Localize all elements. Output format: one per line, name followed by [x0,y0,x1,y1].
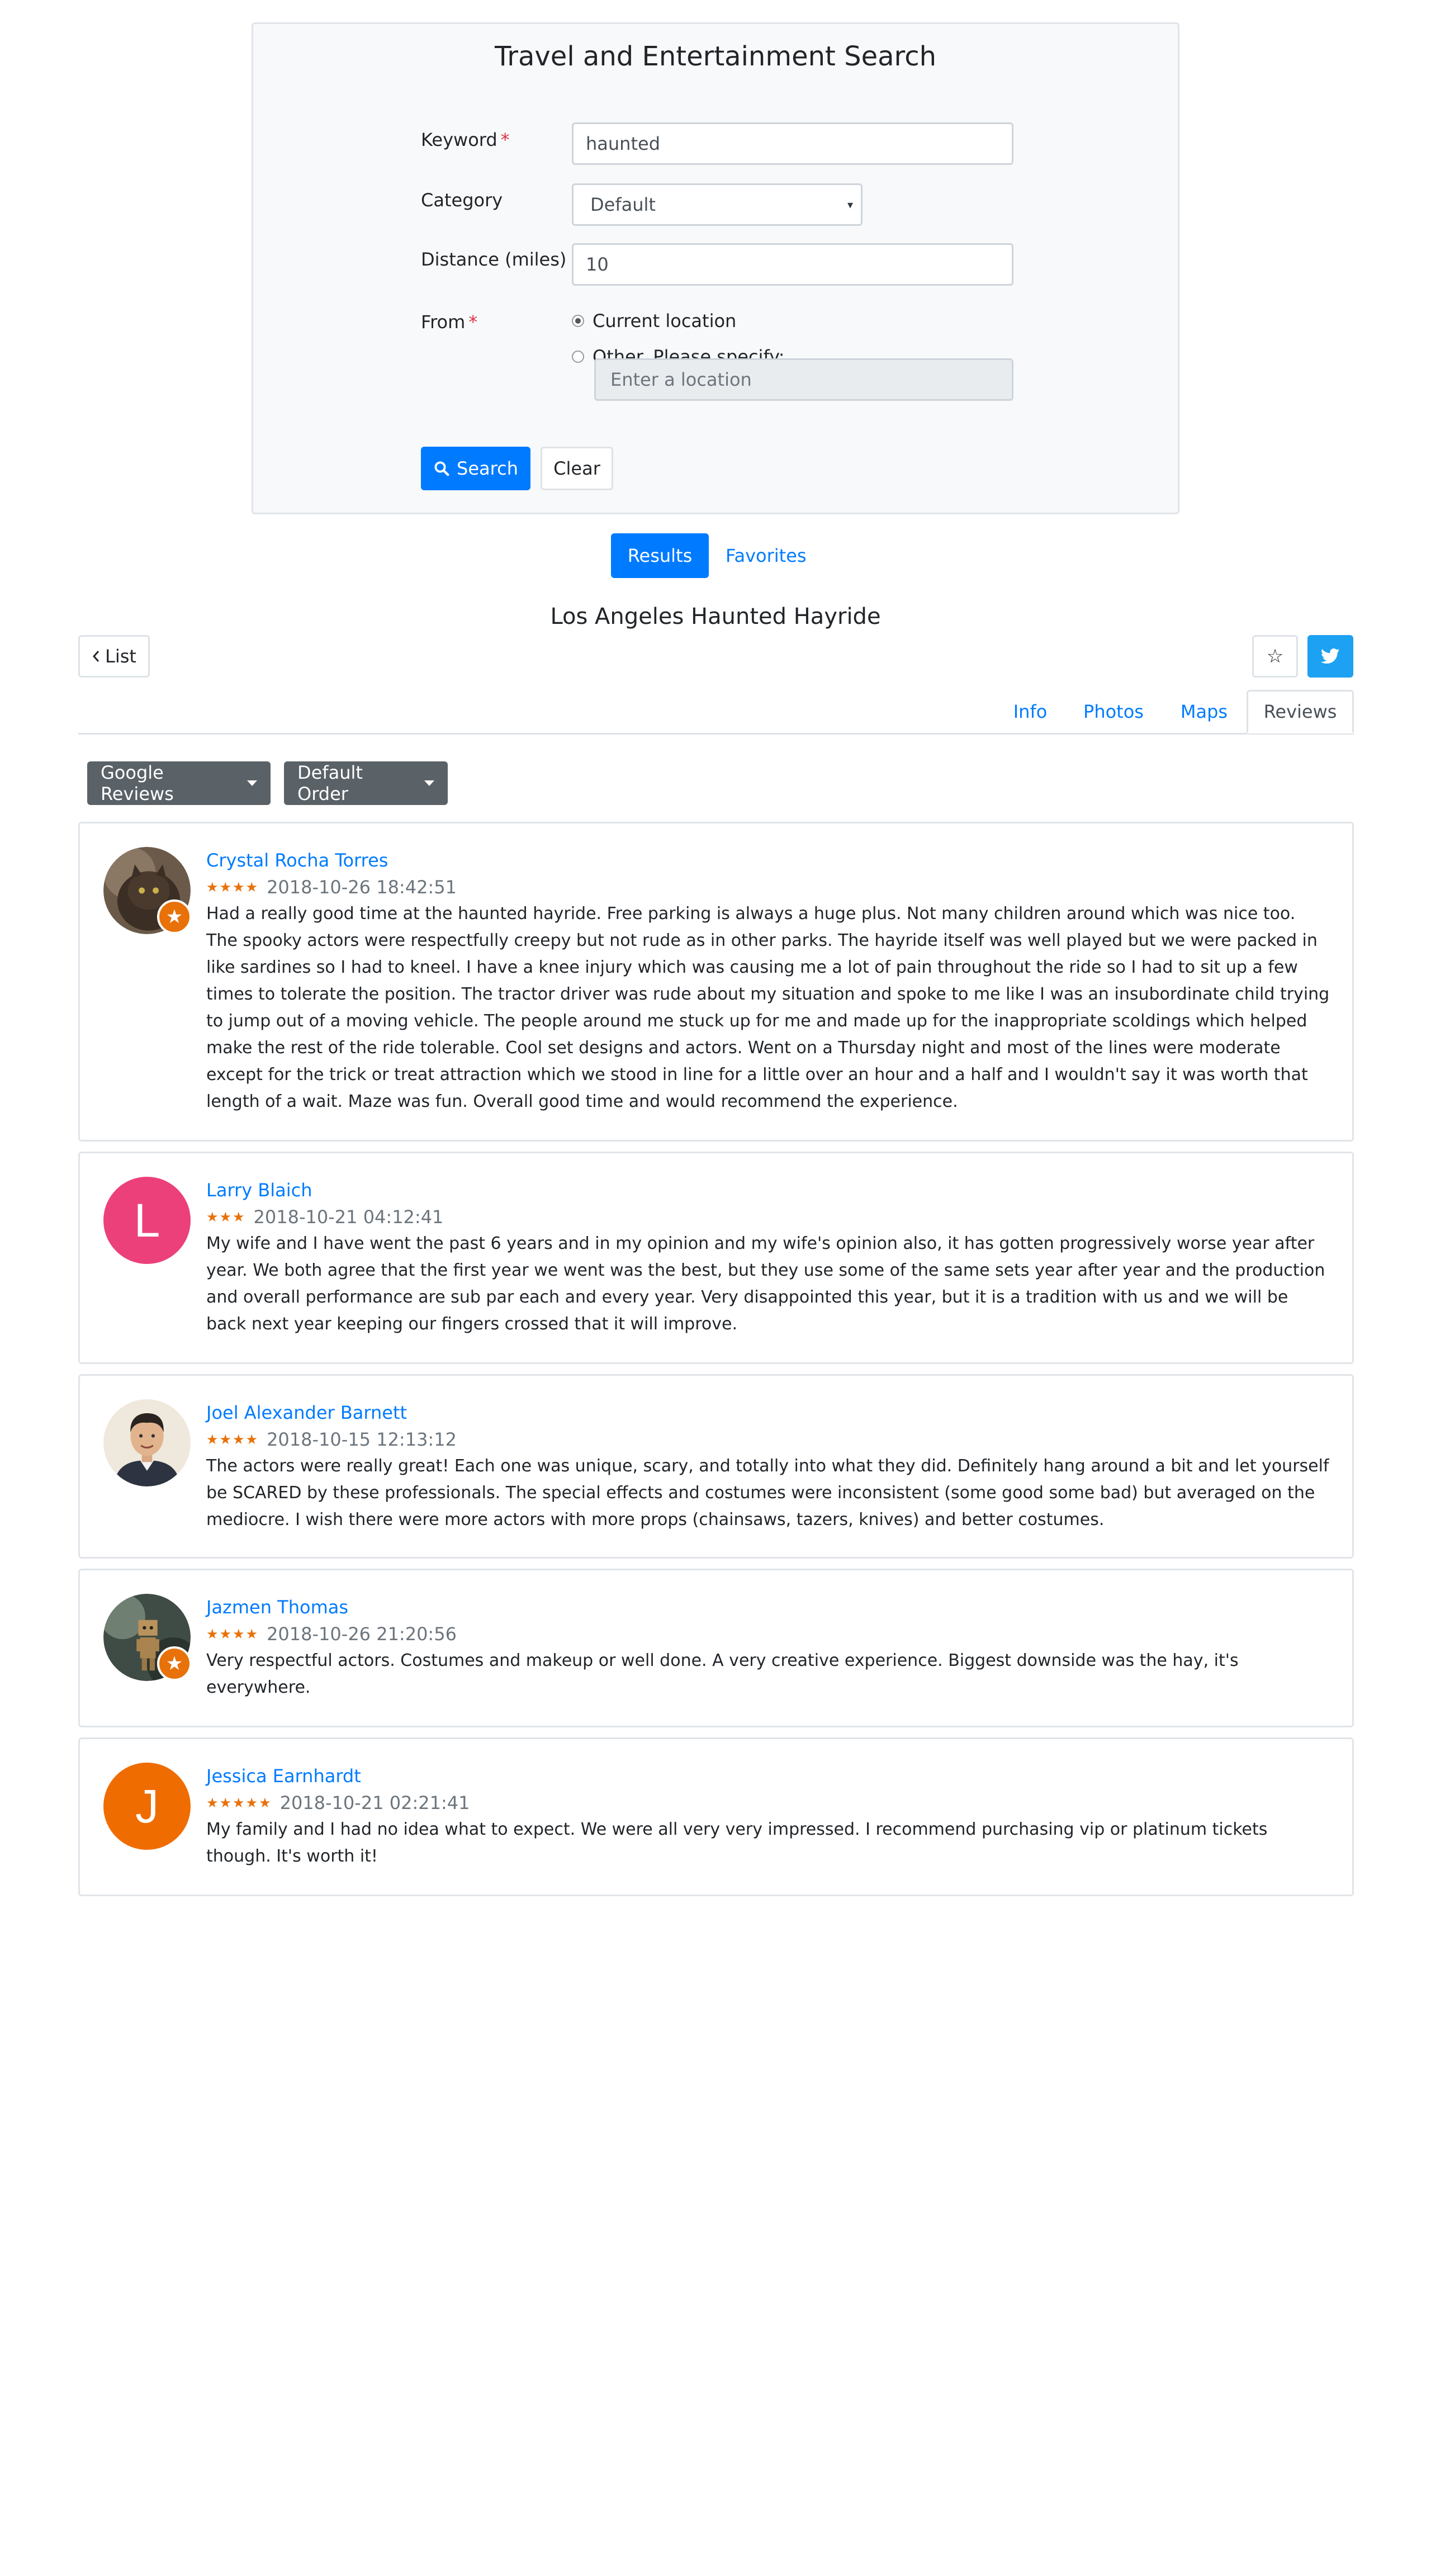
search-button-label: Search [457,458,518,479]
reviewer-avatar[interactable]: L [103,1177,191,1264]
twitter-icon [1321,648,1340,664]
chevron-left-icon [93,651,99,662]
review-author[interactable]: Crystal Rocha Torres [206,847,1330,874]
distance-input[interactable]: 10 [572,243,1013,286]
form-title: Travel and Entertainment Search [494,41,937,72]
rating-stars-icon: ★★★ [206,1209,246,1225]
reviewer-avatar[interactable]: J [103,1763,191,1850]
current-location-label[interactable]: Current location [593,310,736,332]
place-title: Los Angeles Haunted Hayride [550,604,881,629]
review-text: Had a really good time at the haunted ha… [206,904,1330,1111]
star-outline-icon: ☆ [1266,645,1284,667]
search-button[interactable]: Search [421,447,530,490]
search-icon [434,461,449,476]
distance-label: Distance (miles) [421,249,567,270]
review-author[interactable]: Jessica Earnhardt [206,1763,1330,1789]
tab-maps[interactable]: Maps [1168,690,1240,733]
favorites-tab[interactable]: Favorites [726,533,807,578]
review-time: 2018-10-21 02:21:41 [279,1792,470,1813]
review-card: J Jessica Earnhardt ★★★★★ 2018-10-21 02:… [78,1737,1354,1896]
tab-photos[interactable]: Photos [1072,690,1155,733]
review-author[interactable]: Jazmen Thomas [206,1594,1330,1621]
tabs-divider [78,733,1354,735]
review-order-label: Default Order [297,762,363,804]
review-text: My wife and I have went the past 6 years… [206,1234,1325,1334]
review-card: ★ Crystal Rocha Torres ★★★★ 2018-10-26 1… [78,822,1354,1142]
category-label: Category [421,190,503,211]
select-arrow-icon: ▾ [847,198,853,211]
required-mark: * [500,129,510,150]
review-author[interactable]: Larry Blaich [206,1177,1330,1204]
tab-reviews[interactable]: Reviews [1247,690,1354,733]
tweet-button[interactable] [1307,635,1353,678]
other-location-radio[interactable] [572,351,584,363]
review-source-label: Google Reviews [101,762,174,804]
local-guide-badge-icon: ★ [157,1646,192,1681]
review-text: The actors were really great! Each one w… [206,1456,1329,1530]
caret-down-icon [424,780,434,786]
review-text: Very respectful actors. Costumes and mak… [206,1651,1239,1697]
favorite-button[interactable]: ☆ [1252,635,1298,678]
review-card: ★ Jazmen Thomas ★★★★ 2018-10-26 21:20:56… [78,1569,1354,1727]
review-author[interactable]: Joel Alexander Barnett [206,1399,1330,1426]
search-form-card: Travel and Entertainment Search Keyword *… [252,22,1179,514]
results-tab[interactable]: Results [611,533,709,578]
local-guide-badge-icon: ★ [157,899,192,934]
required-mark: * [468,311,478,333]
caret-down-icon [247,780,257,786]
from-label: From * [421,311,478,333]
review-order-dropdown[interactable]: Default Order [284,761,448,805]
list-button[interactable]: List [78,635,150,678]
tab-info[interactable]: Info [1002,690,1059,733]
review-time: 2018-10-21 04:12:41 [253,1206,444,1228]
category-value: Default [590,194,656,215]
rating-stars-icon: ★★★★ [206,879,259,895]
clear-button[interactable]: Clear [541,447,613,490]
review-time: 2018-10-26 18:42:51 [267,877,457,898]
list-button-label: List [105,646,136,667]
review-card: Joel Alexander Barnett ★★★★ 2018-10-15 1… [78,1374,1354,1559]
location-input[interactable]: Enter a location [594,358,1013,401]
review-card: L Larry Blaich ★★★ 2018-10-21 04:12:41 M… [78,1152,1354,1364]
rating-stars-icon: ★★★★ [206,1432,259,1447]
review-text: My family and I had no idea what to expe… [206,1820,1268,1866]
review-source-dropdown[interactable]: Google Reviews [87,761,271,805]
current-location-radio[interactable] [572,315,584,327]
review-time: 2018-10-15 12:13:12 [267,1429,457,1450]
review-time: 2018-10-26 21:20:56 [267,1623,457,1645]
rating-stars-icon: ★★★★ [206,1626,259,1642]
rating-stars-icon: ★★★★★ [206,1795,272,1811]
keyword-input[interactable]: haunted [572,122,1013,165]
category-select[interactable]: Default ▾ [572,183,863,226]
keyword-label: Keyword * [421,129,510,150]
reviewer-avatar-man[interactable] [103,1399,191,1486]
